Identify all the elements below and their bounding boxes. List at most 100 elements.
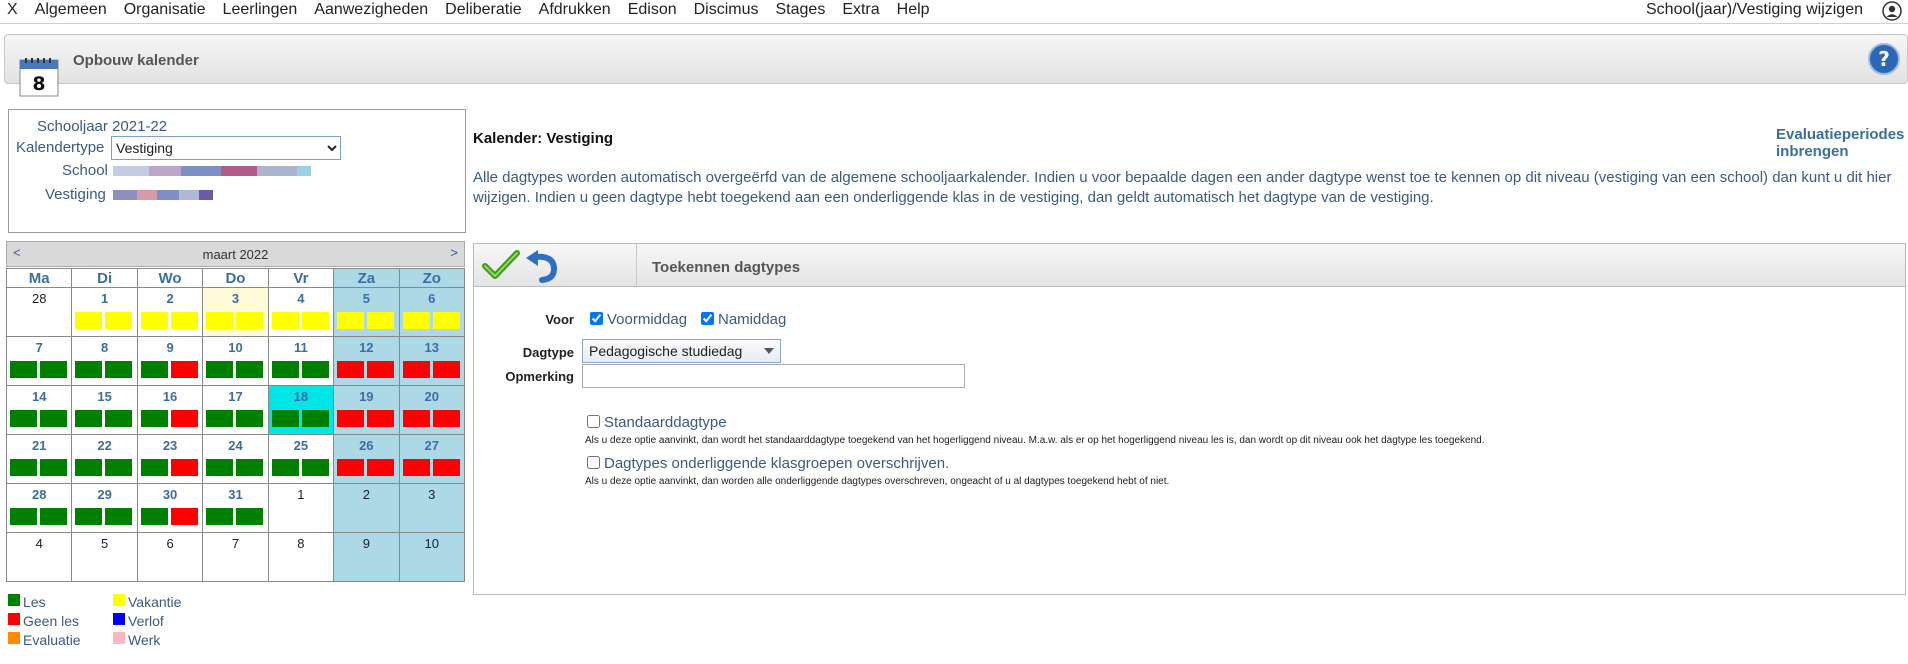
menu-item[interactable]: Discimus — [694, 1, 759, 19]
daypart-bars — [271, 410, 333, 427]
calendar-day[interactable]: 19 — [333, 385, 400, 435]
calendar-day[interactable]: 11 — [267, 336, 335, 386]
daypart-bars — [206, 361, 267, 378]
namiddag-bar — [170, 361, 198, 378]
voormiddag-bar — [75, 410, 103, 427]
kalendertype-select[interactable]: Vestiging — [111, 136, 341, 160]
calendar-day[interactable]: 10 — [202, 336, 269, 386]
daypart-bars — [140, 459, 202, 476]
voormiddag-checkbox[interactable]: Voormiddag — [590, 311, 687, 328]
evaluatieperiodes-link[interactable]: Evaluatieperiodes inbrengen — [1776, 126, 1906, 160]
day-number: 12 — [359, 340, 374, 355]
day-number: 4 — [297, 291, 305, 306]
menu-item[interactable]: Deliberatie — [445, 1, 521, 19]
daypart-bars — [337, 361, 398, 378]
voormiddag-bar — [10, 508, 37, 525]
menu-item[interactable]: X — [7, 1, 18, 19]
calendar-day[interactable]: 30 — [136, 483, 204, 533]
namiddag-checkbox[interactable]: Namiddag — [701, 311, 786, 328]
namiddag-bar — [301, 410, 329, 427]
change-school-link[interactable]: School(jaar)/Vestiging wijzigen — [1646, 1, 1863, 19]
calendar-day[interactable]: 6 — [398, 287, 466, 337]
day-number: 25 — [293, 438, 309, 453]
calendar-day[interactable]: 15 — [71, 385, 138, 435]
voormiddag-bar — [206, 361, 234, 378]
calendar-day[interactable]: 3 — [398, 483, 466, 533]
school-value-redacted — [113, 162, 311, 179]
calendar-day[interactable]: 28 — [5, 287, 73, 337]
calendar-day[interactable]: 26 — [333, 434, 400, 484]
calendar-day[interactable]: 21 — [5, 434, 73, 484]
calendar-day[interactable]: 9 — [136, 336, 204, 386]
calendar-day[interactable]: 7 — [5, 336, 73, 386]
calendar-day[interactable]: 23 — [136, 434, 204, 484]
user-icon[interactable] — [1882, 1, 1902, 21]
calendar-day[interactable]: 29 — [71, 483, 138, 533]
day-number: 9 — [166, 340, 174, 355]
legend-swatch — [8, 632, 20, 644]
help-icon[interactable]: ? — [1867, 42, 1901, 76]
calendar-day[interactable]: 1 — [71, 287, 138, 337]
calendar-day[interactable]: 28 — [5, 483, 73, 533]
menu-item[interactable]: Edison — [628, 1, 677, 19]
calendar-day[interactable]: 12 — [333, 336, 400, 386]
calendar-day[interactable]: 17 — [202, 385, 269, 435]
calendar-day[interactable]: 18 — [267, 385, 335, 435]
standaarddagtype-checkbox-input[interactable] — [587, 415, 600, 428]
menu-item[interactable]: Afdrukken — [539, 1, 611, 19]
namiddag-checkbox-input[interactable] — [701, 312, 714, 325]
calendar-day[interactable]: 6 — [136, 532, 204, 582]
calendar-day[interactable]: 7 — [202, 532, 269, 582]
calendar-day[interactable]: 2 — [136, 287, 204, 337]
calendar-day[interactable]: 5 — [333, 287, 400, 337]
menu-item[interactable]: Help — [897, 1, 930, 19]
menu-item[interactable]: Extra — [842, 1, 879, 19]
calendar-day[interactable]: 10 — [398, 532, 466, 582]
menu-item[interactable]: Leerlingen — [223, 1, 298, 19]
opmerking-input[interactable] — [582, 364, 965, 388]
calendar-day[interactable]: 27 — [398, 434, 466, 484]
checkmark-icon[interactable] — [482, 249, 520, 281]
menu-item[interactable]: Stages — [776, 1, 826, 19]
calendar-day[interactable]: 2 — [333, 483, 400, 533]
calendar-day[interactable]: 9 — [333, 532, 400, 582]
chevron-down-icon — [764, 348, 774, 354]
calendar-day[interactable]: 31 — [202, 483, 269, 533]
undo-icon[interactable] — [524, 249, 560, 283]
calendar-day[interactable]: 16 — [136, 385, 204, 435]
calendar-day[interactable]: 1 — [267, 483, 335, 533]
voormiddag-bar — [206, 312, 234, 329]
menu-item[interactable]: Algemeen — [35, 1, 107, 19]
page-header: 8 Opbouw kalender ? — [4, 34, 1908, 97]
namiddag-bar — [432, 312, 460, 329]
daypart-bars — [75, 312, 136, 329]
calendar-day[interactable]: 3 — [202, 287, 269, 337]
standaarddagtype-checkbox[interactable]: Standaarddagtype — [587, 414, 727, 431]
calendar-day[interactable]: 13 — [398, 336, 466, 386]
next-month-button[interactable]: > — [450, 245, 458, 260]
namiddag-bar — [432, 361, 460, 378]
menu-item[interactable]: Organisatie — [124, 1, 206, 19]
calendar-day[interactable]: 4 — [267, 287, 335, 337]
calendar-day[interactable]: 24 — [202, 434, 269, 484]
namiddag-bar — [236, 459, 264, 476]
calendar-day[interactable]: 8 — [71, 336, 138, 386]
calendar-day[interactable]: 14 — [5, 385, 73, 435]
overschrijven-checkbox-input[interactable] — [587, 456, 600, 469]
voormiddag-bar — [402, 410, 430, 427]
daypart-bars — [337, 459, 398, 476]
menu-item[interactable]: Aanwezigheden — [314, 1, 428, 19]
calendar-icon: 8 — [19, 58, 59, 97]
overschrijven-checkbox[interactable]: Dagtypes onderliggende klasgroepen overs… — [587, 455, 949, 472]
daypart-bars — [402, 459, 464, 476]
calendar-day[interactable]: 20 — [398, 385, 466, 435]
calendar-day[interactable]: 5 — [71, 532, 138, 582]
calendar-day[interactable]: 25 — [267, 434, 335, 484]
calendar-day[interactable]: 8 — [267, 532, 335, 582]
namiddag-bar — [105, 508, 133, 525]
voormiddag-checkbox-input[interactable] — [590, 312, 603, 325]
day-number: 8 — [297, 536, 305, 551]
calendar-day[interactable]: 22 — [71, 434, 138, 484]
calendar-day[interactable]: 4 — [5, 532, 73, 582]
dagtype-select[interactable]: Pedagogische studiedag — [582, 339, 781, 363]
